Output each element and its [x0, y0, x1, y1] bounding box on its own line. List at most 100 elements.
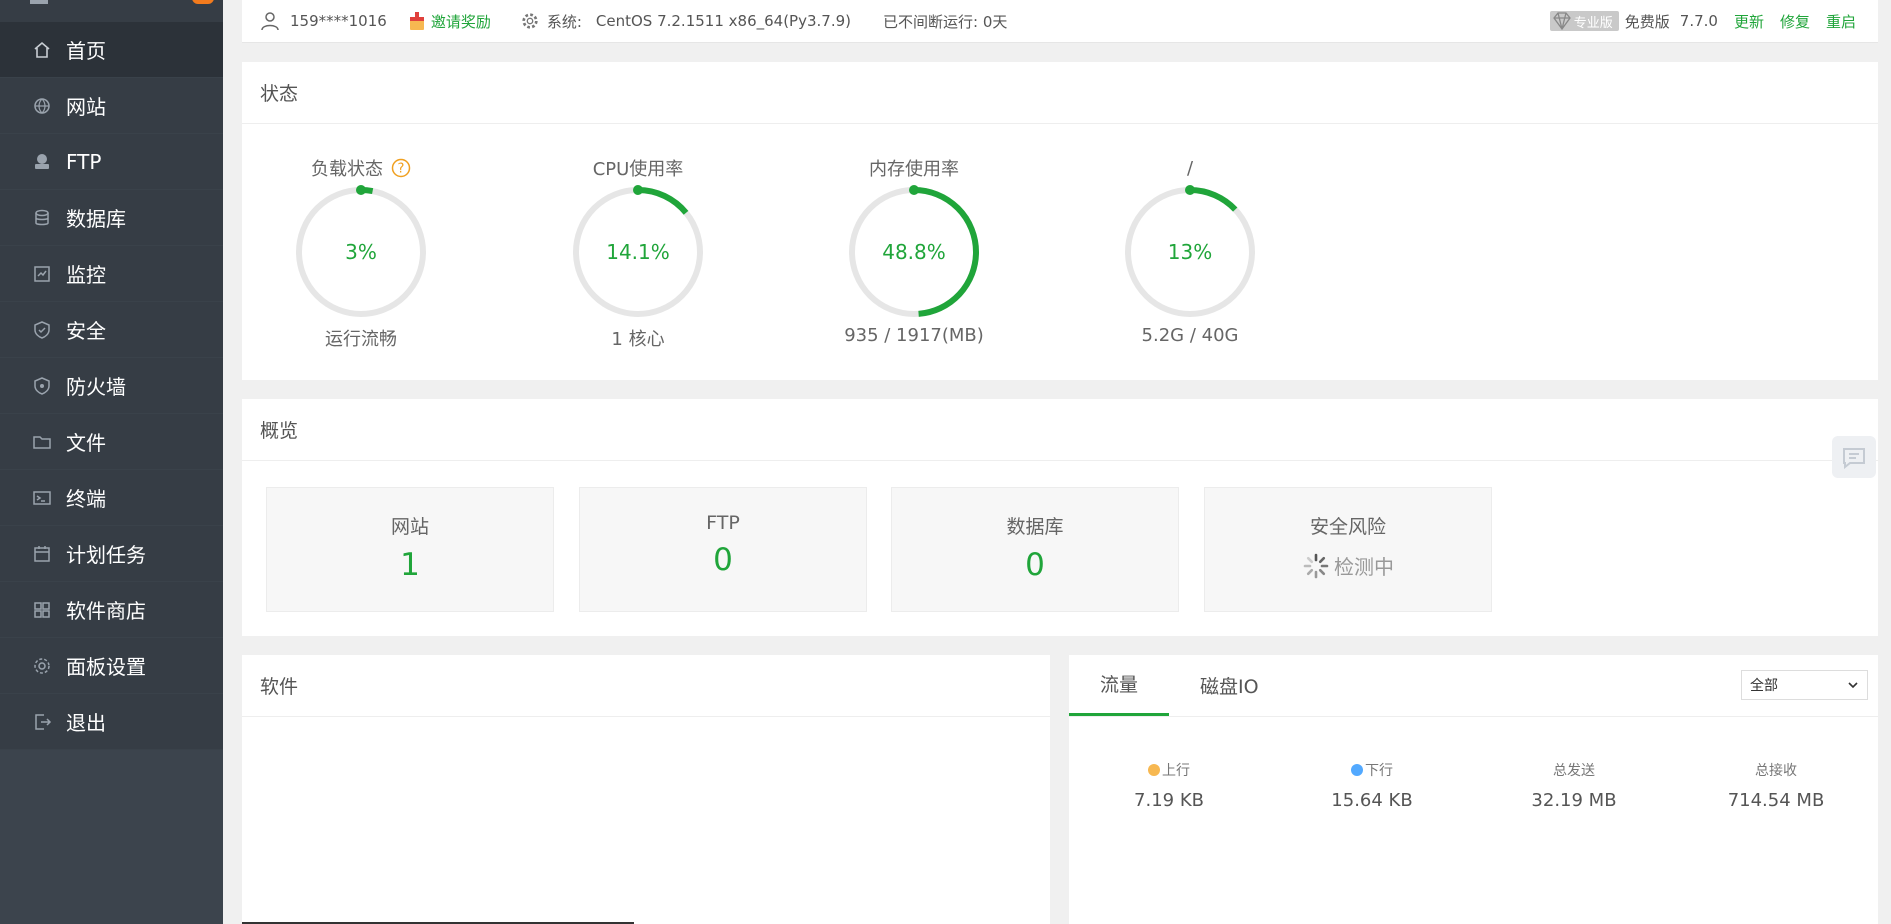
sidebar-item-firewall[interactable]: 防火墙	[0, 358, 223, 414]
stat-label: 上行	[1069, 760, 1269, 780]
sidebar-item-label: 防火墙	[66, 375, 126, 399]
tab-traffic[interactable]: 流量	[1069, 654, 1170, 716]
pro-version-badge[interactable]: 专业版	[1549, 11, 1619, 31]
sidebar-item-ftp[interactable]: FTP	[0, 134, 223, 190]
traffic-tabs: 流量 磁盘IO 全部	[1069, 655, 1878, 717]
calendar-icon	[32, 544, 52, 564]
sidebar-item-home[interactable]: 首页	[0, 22, 223, 78]
database-icon	[32, 208, 52, 228]
gauge-title: 内存使用率	[869, 159, 959, 180]
sidebar-item-label: 退出	[66, 711, 106, 735]
chevron-down-icon	[1848, 682, 1858, 689]
stat-value: 15.64 KB	[1331, 790, 1413, 811]
logout-icon	[32, 712, 52, 732]
gift-icon	[409, 12, 424, 30]
overview-card-website[interactable]: 网站 1	[266, 487, 554, 612]
sidebar-item-label: 计划任务	[66, 543, 146, 567]
diamond-icon	[1552, 12, 1571, 30]
stat-value: 7.19 KB	[1134, 790, 1204, 811]
stat-total-sent: 总发送 32.19 MB	[1474, 760, 1674, 811]
sidebar-item-monitor[interactable]: 监控	[0, 246, 223, 302]
card-label: FTP	[706, 512, 740, 534]
stat-value: 32.19 MB	[1531, 790, 1617, 811]
sidebar-item-appstore[interactable]: 软件商店	[0, 582, 223, 638]
gauge-subtext: 1 核心	[611, 329, 665, 350]
sidebar-header	[0, 0, 223, 22]
sidebar-item-label: 首页	[66, 39, 106, 63]
stat-label: 总接收	[1755, 763, 1797, 779]
restart-link[interactable]: 重启	[1826, 11, 1856, 32]
stat-label: 下行	[1272, 760, 1472, 780]
update-link[interactable]: 更新	[1734, 11, 1764, 32]
system-value: CentOS 7.2.1511 x86_64(Py3.7.9)	[595, 12, 851, 30]
overview-panel: 概览 网站 1 FTP 0 数据库 0 安全风险 检测中	[242, 399, 1878, 636]
version-number: 7.7.0	[1679, 12, 1718, 30]
apps-icon	[32, 600, 52, 620]
load-gauge[interactable]: 负载状态 ? 3% 运行流畅	[261, 155, 461, 351]
uptime-text: 已不间断运行: 0天	[883, 12, 1008, 31]
card-label: 数据库	[1006, 516, 1064, 538]
repair-link[interactable]: 修复	[1780, 11, 1810, 32]
tab-disk-io[interactable]: 磁盘IO	[1169, 654, 1290, 716]
sidebar-nav: 首页 网站 FTP 数据库 监控 安全 防火墙 文件 终端 计划任务 软件商店 …	[0, 22, 223, 750]
top-bar: 159****1016 邀请奖励 系统: CentOS 7.2.1511 x86…	[242, 0, 1878, 43]
sidebar-item-terminal[interactable]: 终端	[0, 470, 223, 526]
overview-card-database[interactable]: 数据库 0	[891, 487, 1179, 612]
card-value: 0	[1025, 547, 1045, 583]
pro-version-label: 专业版	[1573, 15, 1613, 31]
gauge-value: 13%	[1167, 240, 1213, 264]
sidebar: 首页 网站 FTP 数据库 监控 安全 防火墙 文件 终端 计划任务 软件商店 …	[0, 0, 223, 924]
gauge-ring: 3%	[294, 185, 428, 319]
interface-select[interactable]: 全部	[1741, 670, 1868, 700]
disk-gauge[interactable]: / 13% 5.2G / 40G	[1090, 155, 1290, 346]
cpu-gauge[interactable]: CPU使用率 14.1% 1 核心	[538, 155, 738, 351]
gauge-subtext: 5.2G / 40G	[1141, 325, 1239, 346]
sidebar-item-settings[interactable]: 面板设置	[0, 638, 223, 694]
stat-label-text: 下行	[1365, 763, 1393, 779]
feedback-icon	[1843, 448, 1865, 469]
help-icon[interactable]: ?	[391, 158, 411, 178]
card-value: 0	[713, 542, 733, 578]
sidebar-item-label: 软件商店	[66, 599, 146, 623]
sidebar-item-label: 终端	[66, 487, 106, 511]
stat-label-text: 上行	[1162, 763, 1190, 779]
card-label: 安全风险	[1309, 516, 1386, 538]
checking-text: 检测中	[1334, 555, 1394, 579]
sidebar-item-files[interactable]: 文件	[0, 414, 223, 470]
sidebar-item-cron[interactable]: 计划任务	[0, 526, 223, 582]
sidebar-item-security[interactable]: 安全	[0, 302, 223, 358]
gauge-ring: 13%	[1123, 185, 1257, 319]
gauge-ring: 48.8%	[847, 185, 981, 319]
gauge-title-text: 负载状态	[311, 159, 383, 180]
panel-title: 概览	[242, 399, 1878, 461]
invite-reward-link[interactable]: 邀请奖励	[431, 11, 491, 32]
monitor-icon	[32, 264, 52, 284]
globe-icon	[32, 96, 52, 116]
ftp-icon	[32, 152, 52, 172]
sidebar-item-logout[interactable]: 退出	[0, 694, 223, 750]
sidebar-item-database[interactable]: 数据库	[0, 190, 223, 246]
overview-card-ftp[interactable]: FTP 0	[579, 487, 867, 612]
sidebar-item-website[interactable]: 网站	[0, 78, 223, 134]
stat-download: 下行 15.64 KB	[1272, 760, 1472, 811]
sidebar-item-label: 面板设置	[66, 655, 146, 679]
sidebar-item-label: FTP	[66, 149, 102, 174]
stat-upload: 上行 7.19 KB	[1069, 760, 1269, 811]
free-version-label: 免费版	[1624, 12, 1670, 31]
memory-gauge[interactable]: 内存使用率 48.8% 935 / 1917(MB)	[814, 155, 1014, 346]
gauge-title: 负载状态 ?	[261, 155, 461, 181]
user-icon	[261, 12, 279, 31]
shield-icon	[32, 320, 52, 340]
gauge-ring: 14.1%	[571, 185, 705, 319]
home-icon	[32, 40, 52, 60]
stat-value: 714.54 MB	[1727, 790, 1825, 811]
panel-title: 状态	[242, 62, 1878, 124]
floating-feedback-button[interactable]	[1832, 436, 1876, 478]
notification-badge[interactable]	[192, 0, 214, 4]
status-panel: 状态 负载状态 ? 3% 运行流畅 CPU使用率 14.1% 1 核心 内存使用…	[242, 62, 1878, 380]
sidebar-item-label: 安全	[66, 319, 106, 343]
overview-card-security-risk[interactable]: 安全风险 检测中	[1204, 487, 1492, 612]
traffic-panel: 流量 磁盘IO 全部 上行 7.19 KB 下行 15.64 KB 总发送 32…	[1069, 655, 1878, 924]
software-panel: 软件	[242, 655, 1050, 924]
username[interactable]: 159****1016	[290, 12, 387, 30]
